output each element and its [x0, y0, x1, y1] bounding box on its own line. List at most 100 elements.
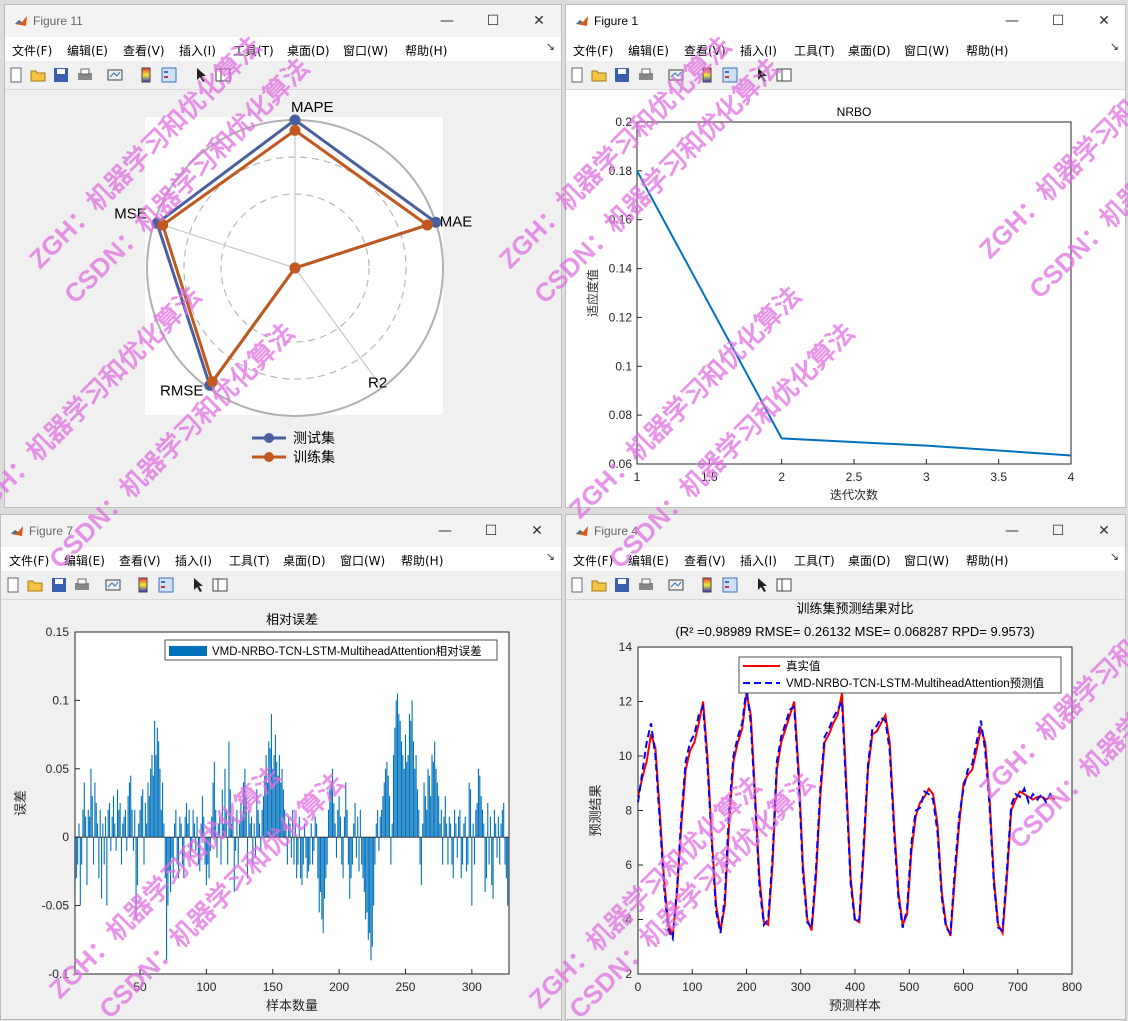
- menu-file[interactable]: 文件(F): [9, 552, 49, 569]
- nrbo-chart: NRBO 1 1.5 2 2.5 3 3.5 4 0.06 0.08 0.1 0.12 0.14 0.16…: [585, 105, 1075, 502]
- error-bar: [428, 775, 430, 838]
- x-tick-label: 4: [1068, 470, 1075, 484]
- error-bar: [451, 837, 453, 865]
- menu-edit[interactable]: 编辑(E): [628, 42, 669, 59]
- menu-more-icon[interactable]: ↘: [546, 40, 555, 53]
- property-inspector-icon[interactable]: [215, 67, 231, 83]
- menu-desktop[interactable]: 桌面(D): [287, 42, 330, 59]
- menu-edit[interactable]: 编辑(E): [67, 42, 108, 59]
- maximize-button[interactable]: ☐: [471, 519, 511, 543]
- menu-file[interactable]: 文件(F): [573, 42, 613, 59]
- maximize-button[interactable]: ☐: [1038, 9, 1078, 33]
- insert-colorbar-icon[interactable]: [138, 67, 154, 83]
- insert-legend-icon[interactable]: [722, 577, 738, 593]
- menu-edit[interactable]: 编辑(E): [64, 552, 105, 569]
- insert-legend-icon[interactable]: [722, 67, 738, 83]
- menu-tools[interactable]: 工具(T): [794, 42, 835, 59]
- property-inspector-icon[interactable]: [212, 577, 228, 593]
- error-bar: [160, 809, 162, 838]
- property-inspector-icon[interactable]: [776, 67, 792, 83]
- minimize-button[interactable]: —: [992, 9, 1032, 33]
- menu-more-icon[interactable]: ↘: [1110, 40, 1119, 53]
- menu-file[interactable]: 文件(F): [573, 552, 613, 569]
- menu-help[interactable]: 帮助(H): [966, 552, 1008, 569]
- menu-tools[interactable]: 工具(T): [229, 552, 270, 569]
- save-icon[interactable]: [53, 67, 69, 83]
- menu-insert[interactable]: 插入(I): [175, 552, 212, 569]
- open-icon[interactable]: [27, 577, 43, 593]
- open-icon[interactable]: [591, 577, 607, 593]
- minimize-button[interactable]: —: [427, 9, 467, 33]
- menu-tools[interactable]: 工具(T): [794, 552, 835, 569]
- menu-view[interactable]: 查看(V): [684, 552, 726, 569]
- link-plot-icon[interactable]: [107, 67, 123, 83]
- pointer-icon[interactable]: [754, 67, 770, 83]
- save-icon[interactable]: [614, 67, 630, 83]
- menu-window[interactable]: 窗口(W): [904, 552, 949, 569]
- insert-colorbar-icon[interactable]: [699, 67, 715, 83]
- menu-insert[interactable]: 插入(I): [740, 42, 777, 59]
- close-button[interactable]: ✕: [517, 519, 557, 543]
- menu-window[interactable]: 窗口(W): [343, 42, 388, 59]
- menu-desktop[interactable]: 桌面(D): [848, 552, 891, 569]
- print-icon[interactable]: [638, 67, 654, 83]
- y-tick-label: 0.18: [609, 164, 633, 178]
- new-figure-icon[interactable]: [569, 577, 585, 593]
- pointer-icon[interactable]: [754, 577, 770, 593]
- link-plot-icon[interactable]: [668, 67, 684, 83]
- link-plot-icon[interactable]: [105, 577, 121, 593]
- menu-more-icon[interactable]: ↘: [1110, 550, 1119, 563]
- print-icon[interactable]: [74, 577, 90, 593]
- pointer-icon[interactable]: [193, 67, 209, 83]
- new-figure-icon[interactable]: [5, 577, 21, 593]
- menu-help[interactable]: 帮助(H): [401, 552, 443, 569]
- menu-view[interactable]: 查看(V): [684, 42, 726, 59]
- insert-colorbar-icon[interactable]: [699, 577, 715, 593]
- close-button[interactable]: ✕: [1084, 519, 1124, 543]
- insert-colorbar-icon[interactable]: [135, 577, 151, 593]
- link-plot-icon[interactable]: [668, 577, 684, 593]
- error-bar: [403, 768, 405, 838]
- maximize-button[interactable]: ☐: [1038, 519, 1078, 543]
- save-icon[interactable]: [51, 577, 67, 593]
- error-bar: [130, 775, 132, 838]
- menu-desktop[interactable]: 桌面(D): [848, 42, 891, 59]
- error-bar: [394, 727, 396, 838]
- pointer-icon[interactable]: [190, 577, 206, 593]
- open-icon[interactable]: [30, 67, 46, 83]
- menu-window[interactable]: 窗口(W): [904, 42, 949, 59]
- print-icon[interactable]: [638, 577, 654, 593]
- minimize-button[interactable]: —: [992, 519, 1032, 543]
- error-bar: [308, 837, 310, 872]
- menu-view[interactable]: 查看(V): [119, 552, 161, 569]
- save-icon[interactable]: [614, 577, 630, 593]
- new-figure-icon[interactable]: [569, 67, 585, 83]
- matlab-icon: [576, 16, 588, 26]
- menu-view[interactable]: 查看(V): [123, 42, 165, 59]
- chart-subtitle: (R² =0.98989 RMSE= 0.26132 MSE= 0.068287…: [675, 624, 1034, 639]
- menu-edit[interactable]: 编辑(E): [628, 552, 669, 569]
- insert-legend-icon[interactable]: [158, 577, 174, 593]
- minimize-button[interactable]: —: [425, 519, 465, 543]
- menu-help[interactable]: 帮助(H): [966, 42, 1008, 59]
- print-icon[interactable]: [77, 67, 93, 83]
- menu-insert[interactable]: 插入(I): [179, 42, 216, 59]
- menu-more-icon[interactable]: ↘: [546, 550, 555, 563]
- menu-help[interactable]: 帮助(H): [405, 42, 447, 59]
- insert-legend-icon[interactable]: [161, 67, 177, 83]
- close-button[interactable]: ✕: [1084, 9, 1124, 33]
- error-bar: [240, 803, 242, 838]
- menu-tools[interactable]: 工具(T): [233, 42, 274, 59]
- open-icon[interactable]: [591, 67, 607, 83]
- error-bar: [176, 837, 178, 865]
- property-inspector-icon[interactable]: [776, 577, 792, 593]
- menu-window[interactable]: 窗口(W): [340, 552, 385, 569]
- error-bar: [443, 816, 445, 838]
- menu-insert[interactable]: 插入(I): [740, 552, 777, 569]
- menu-desktop[interactable]: 桌面(D): [283, 552, 326, 569]
- new-figure-icon[interactable]: [8, 67, 24, 83]
- menu-file[interactable]: 文件(F): [12, 42, 52, 59]
- maximize-button[interactable]: ☐: [473, 9, 513, 33]
- error-bar: [110, 837, 112, 851]
- close-button[interactable]: ✕: [519, 9, 559, 33]
